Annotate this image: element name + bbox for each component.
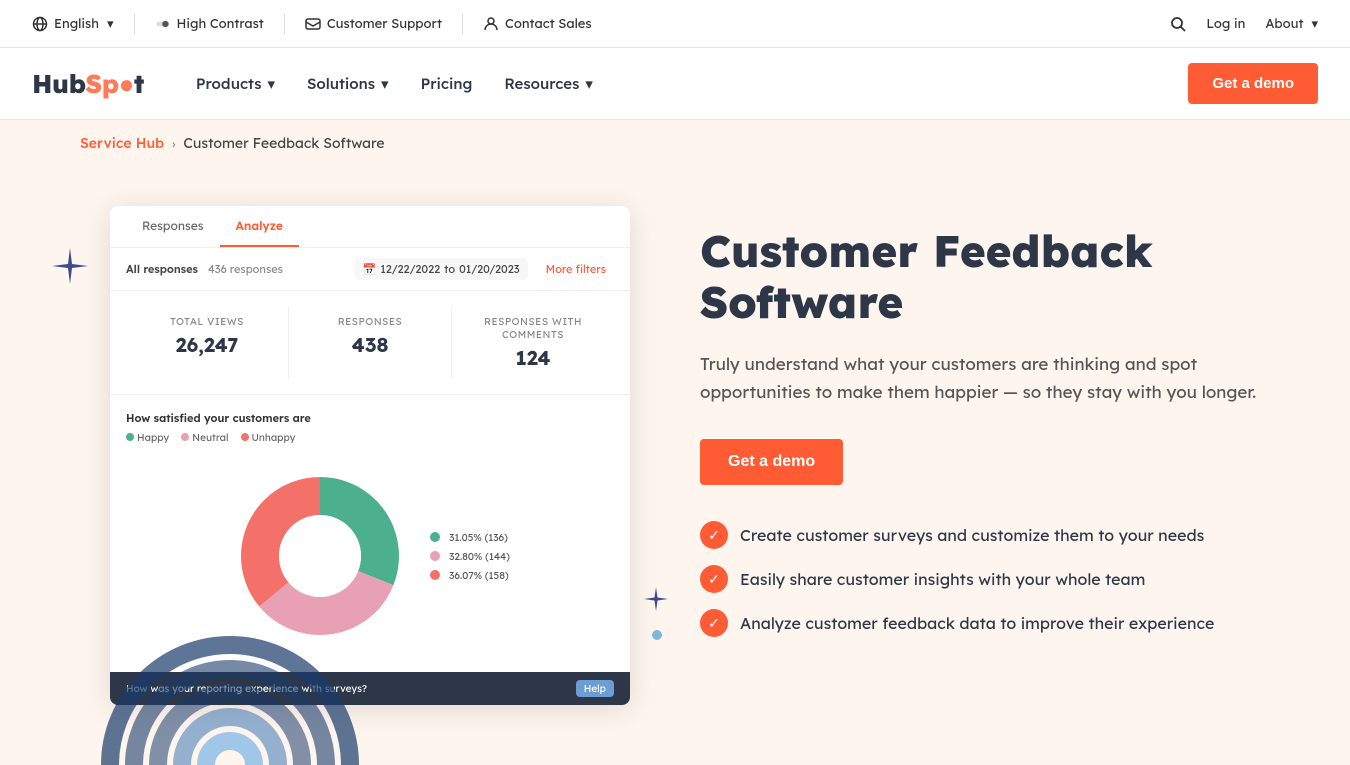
donut-chart-area: 31.05% (136) 32.80% (144) 36.07% (158) — [126, 456, 614, 656]
check-icon-1: ✓ — [700, 565, 728, 593]
nav-pricing[interactable]: Pricing — [409, 66, 485, 101]
donut-chart — [230, 466, 410, 646]
legend-happy: Happy — [126, 431, 169, 444]
feature-item-0: ✓ Create customer surveys and customize … — [700, 521, 1270, 549]
filter-count: 436 responses — [208, 262, 283, 276]
chart-title: How satisfied your customers are — [126, 411, 614, 425]
nav-get-demo-button[interactable]: Get a demo — [1188, 63, 1318, 104]
hero-title: Customer Feedback Software — [700, 226, 1270, 327]
stat-responses-label: Responses — [297, 315, 443, 328]
language-chevron-icon: ▾ — [107, 16, 114, 32]
language-selector[interactable]: English ▾ — [32, 16, 114, 32]
breadcrumb-separator: › — [172, 136, 175, 151]
logo-dot: ● — [119, 67, 134, 100]
logo-t: t — [134, 67, 144, 100]
divider-2 — [284, 14, 285, 34]
donut-labels: 31.05% (136) 32.80% (144) 36.07% (158) — [430, 531, 510, 582]
hero-image-area: Responses Analyze All responses 436 resp… — [80, 206, 640, 705]
donut-unhappy-value: 36.07% (158) — [449, 569, 509, 582]
breadcrumb-current: Customer Feedback Software — [183, 134, 384, 152]
about-chevron-icon: ▾ — [1311, 16, 1318, 32]
nav-resources[interactable]: Resources ▾ — [492, 66, 605, 101]
stat-responses: Responses 438 — [289, 307, 452, 378]
sparkle-top-left-icon — [50, 246, 90, 293]
feature-label-0: Create customer surveys and customize th… — [740, 525, 1204, 545]
donut-label-unhappy: 36.07% (158) — [430, 569, 510, 582]
hero-get-demo-button[interactable]: Get a demo — [700, 439, 843, 485]
contact-sales-link[interactable]: Contact Sales — [483, 16, 592, 32]
breadcrumb: Service Hub › Customer Feedback Software — [0, 120, 1350, 166]
stat-comments-label: Responses with Comments — [460, 315, 606, 341]
customer-support-link[interactable]: Customer Support — [305, 16, 442, 32]
nav-solutions[interactable]: Solutions ▾ — [295, 66, 401, 101]
main-nav: HubSp●t Products ▾ Solutions ▾ Pricing R… — [0, 48, 1350, 120]
person-icon — [483, 16, 499, 32]
dashboard-filters: All responses 436 responses 📅 12/22/2022… — [110, 248, 630, 291]
feature-item-1: ✓ Easily share customer insights with yo… — [700, 565, 1270, 593]
donut-label-neutral: 32.80% (144) — [430, 550, 510, 563]
date-range[interactable]: 📅 12/22/2022 to 01/20/2023 — [355, 258, 528, 280]
globe-icon — [32, 16, 48, 32]
stat-responses-comments: Responses with Comments 124 — [452, 307, 614, 378]
tab-responses[interactable]: Responses — [126, 206, 220, 247]
more-filters-button[interactable]: More filters — [538, 258, 614, 280]
resources-chevron-icon: ▾ — [585, 74, 593, 93]
logo[interactable]: HubSp●t — [32, 67, 144, 100]
stat-total-views-label: Total Views — [134, 315, 280, 328]
nav-links: Products ▾ Solutions ▾ Pricing Resources… — [184, 66, 1188, 101]
hero-description: Truly understand what your customers are… — [700, 351, 1270, 407]
donut-happy-value: 31.05% (136) — [449, 531, 508, 544]
customer-support-label: Customer Support — [327, 16, 442, 32]
search-button[interactable] — [1170, 16, 1186, 32]
tab-analyze[interactable]: Analyze — [220, 206, 299, 247]
sparkle-dot-icon — [652, 630, 662, 640]
date-to: 01/20/2023 — [459, 262, 519, 276]
feature-label-2: Analyze customer feedback data to improv… — [740, 613, 1214, 633]
dashboard-chart: How satisfied your customers are Happy N… — [110, 395, 630, 672]
arc-decoration — [100, 635, 360, 765]
divider-1 — [134, 14, 135, 34]
contrast-icon — [155, 16, 171, 32]
feature-item-2: ✓ Analyze customer feedback data to impr… — [700, 609, 1270, 637]
check-icon-0: ✓ — [700, 521, 728, 549]
feature-list: ✓ Create customer surveys and customize … — [700, 521, 1270, 637]
check-icon-2: ✓ — [700, 609, 728, 637]
high-contrast-toggle[interactable]: High Contrast — [155, 16, 264, 32]
help-badge[interactable]: Help — [576, 680, 614, 697]
donut-neutral-value: 32.80% (144) — [449, 550, 510, 563]
feature-label-1: Easily share customer insights with your… — [740, 569, 1145, 589]
hero-section: Responses Analyze All responses 436 resp… — [0, 166, 1350, 765]
high-contrast-label: High Contrast — [177, 16, 264, 32]
sparkle-bottom-right-icon — [642, 585, 670, 620]
dashboard-mockup: Responses Analyze All responses 436 resp… — [110, 206, 630, 705]
dashboard-stats: Total Views 26,247 Responses 438 Respons… — [110, 291, 630, 395]
divider-3 — [462, 14, 463, 34]
stat-total-views-value: 26,247 — [134, 332, 280, 357]
stat-responses-value: 438 — [297, 332, 443, 357]
solutions-chevron-icon: ▾ — [381, 74, 389, 93]
contact-sales-label: Contact Sales — [505, 16, 592, 32]
hero-content: Customer Feedback Software Truly underst… — [700, 206, 1270, 637]
logo-hub: Hub — [32, 67, 86, 100]
login-link[interactable]: Log in — [1206, 16, 1245, 32]
donut-label-happy: 31.05% (136) — [430, 531, 510, 544]
search-icon — [1170, 16, 1186, 32]
logo-spot-s: Sp — [86, 67, 119, 100]
nav-products[interactable]: Products ▾ — [184, 66, 287, 101]
chart-legend: Happy Neutral Unhappy — [126, 431, 614, 444]
date-from: 12/22/2022 — [380, 262, 440, 276]
products-chevron-icon: ▾ — [267, 74, 275, 93]
dashboard-tabs: Responses Analyze — [110, 206, 630, 248]
stat-comments-value: 124 — [460, 345, 606, 370]
about-dropdown[interactable]: About ▾ — [1265, 16, 1318, 32]
support-icon — [305, 16, 321, 32]
legend-neutral: Neutral — [181, 431, 228, 444]
stat-total-views: Total Views 26,247 — [126, 307, 289, 378]
calendar-icon: 📅 — [363, 262, 377, 276]
breadcrumb-parent-link[interactable]: Service Hub — [80, 134, 164, 152]
top-bar: English ▾ High Contrast Customer Support… — [0, 0, 1350, 48]
language-label: English — [54, 16, 99, 32]
filter-label: All responses — [126, 262, 198, 276]
legend-unhappy: Unhappy — [241, 431, 296, 444]
